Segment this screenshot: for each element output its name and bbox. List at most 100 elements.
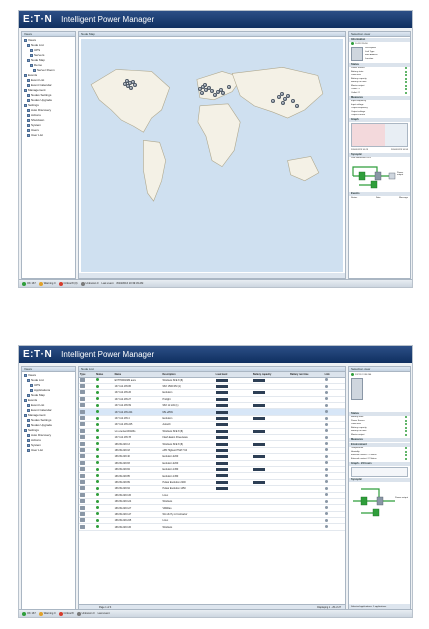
node-icon [33, 69, 36, 72]
map-node-marker[interactable] [280, 92, 284, 96]
status-rows: Power Source Battery state Load level Batte… [349, 67, 410, 95]
status-bar-item[interactable]: OK 167 [22, 611, 36, 616]
navigation-panel: Views Views Node List UPS Servers Node Map De… [21, 31, 76, 279]
map-scrollbar[interactable] [79, 273, 345, 278]
load-level-cell [214, 523, 252, 531]
events-column-header[interactable]: Message [399, 197, 408, 199]
status-bar-label: Critical 8 (0) [63, 282, 78, 285]
property-label: Battery state [351, 70, 364, 73]
property-label: Description [365, 47, 376, 50]
map-node-marker[interactable] [286, 94, 290, 98]
level-bar [252, 416, 265, 420]
map-node-marker[interactable] [271, 99, 275, 103]
link-cell[interactable] [323, 523, 345, 531]
device-type-icon [80, 384, 85, 389]
status-ok-icon [95, 454, 99, 458]
unknown-icon [76, 611, 81, 616]
navigation-tree: Views Node List UPS Servers Node Map Demo Serv… [22, 37, 75, 139]
status-bar-item[interactable]: Warning 0 [38, 281, 56, 286]
status-ok-icon [95, 512, 99, 516]
property-label: Outlet #1 [351, 88, 360, 91]
map-node-marker[interactable] [210, 89, 214, 93]
tree-item-label: User List [31, 133, 43, 137]
map-node-marker[interactable] [133, 83, 137, 87]
table-body: EXTH0001984 aura Windows SFE 8 (8) 137.112… [79, 377, 345, 531]
status-bar: OK 167 Warning 0 Critical 8 Unknown 0 Last e… [19, 609, 412, 617]
status-bar-item[interactable]: Unknown 0 [76, 611, 95, 616]
status-indicator-icon [405, 419, 407, 422]
ok-icon [22, 281, 26, 286]
folder-icon [24, 104, 27, 107]
measures-section: Measures [349, 437, 410, 442]
status-bar-label: OK 167 [27, 612, 36, 615]
graph-area[interactable] [351, 123, 408, 147]
folder-icon [24, 89, 27, 92]
device-type-icon [80, 396, 85, 401]
level-bar [215, 391, 228, 395]
graph-section: Graph [349, 118, 410, 122]
property-label: Load level [351, 74, 361, 77]
map-node-marker[interactable] [227, 85, 231, 89]
status-bar-item[interactable]: Warning 0 [38, 611, 56, 616]
device-type-icon [80, 524, 85, 529]
status-indicator-icon [405, 67, 407, 70]
world-map[interactable] [81, 39, 343, 272]
map-node-marker[interactable] [123, 82, 127, 86]
status-bar-item[interactable]: Last event [98, 612, 110, 615]
graph-area[interactable] [351, 466, 408, 477]
tree-item[interactable]: User List [24, 133, 73, 138]
link-icon [324, 474, 328, 478]
table-row[interactable]: 166.99.228.115 Windows [79, 523, 345, 531]
node-icon [27, 94, 30, 97]
property-label: Input voltage [351, 103, 364, 106]
tree-item[interactable]: User List [24, 448, 73, 453]
synoptic-section: Synoptic [349, 477, 410, 482]
node-icon [27, 59, 30, 62]
app-header: E:T·N Intelligent Power Manager [19, 346, 412, 363]
node-icon [27, 379, 30, 382]
level-bar [252, 391, 265, 395]
property-label: Humidity [351, 450, 360, 453]
property-label: Power Source [351, 419, 365, 422]
property-label: Battery capacity [351, 426, 367, 429]
ups-device-icon [351, 46, 363, 61]
status-bar-label: OK 167 [27, 282, 36, 285]
status-ok-icon [95, 435, 99, 439]
navigation-tree: Views Node List UPS Applications Node Map Eve… [22, 372, 75, 454]
status-bar-item[interactable]: Unknown 0 [80, 281, 99, 286]
map-node-marker[interactable] [295, 104, 299, 108]
property-label: Temperature [351, 447, 364, 450]
map-panel-title: Node Map [79, 32, 345, 37]
status-indicator-icon [405, 91, 407, 94]
map-node-marker[interactable] [221, 91, 225, 95]
link-icon [324, 397, 328, 401]
status-bar-item[interactable]: Last event [102, 282, 114, 285]
app-header: E:T·N Intelligent Power Manager [19, 11, 412, 28]
device-type-icon [80, 416, 85, 421]
map-node-marker[interactable] [291, 99, 295, 103]
status-bar-label: Warning 0 [43, 612, 56, 615]
property-label: Location [365, 57, 374, 60]
map-node-marker[interactable] [200, 91, 204, 95]
events-column-header[interactable]: Date [376, 197, 381, 199]
property-row: Outlet #2 [349, 91, 410, 95]
status-ok-icon [95, 422, 99, 426]
device-type-icon [80, 518, 85, 523]
selection-view-panel: Selection view Information 10.112.55.50 … [348, 31, 411, 279]
synoptic-graphic [353, 487, 395, 516]
level-bar [252, 378, 265, 382]
status-bar-item[interactable]: Critical 8 (0) [58, 281, 78, 286]
app-title: Intelligent Power Manager [61, 15, 155, 24]
node-icon [27, 439, 30, 442]
status-bar-item[interactable]: Critical 8 [58, 611, 74, 616]
status-indicator-icon [405, 423, 407, 426]
synoptic-output-label: Power output [397, 172, 404, 176]
level-bar [215, 423, 228, 427]
status-bar-item[interactable]: OK 167 [22, 281, 36, 286]
map-node-marker[interactable] [281, 101, 285, 105]
status-bar-item[interactable]: 8/23/2016 10:39:33 AM [116, 282, 143, 285]
status-indicator-icon [405, 430, 407, 433]
map-node-marker[interactable] [129, 86, 133, 90]
critical-icon [58, 611, 63, 616]
events-column-header[interactable]: Status [351, 197, 357, 199]
